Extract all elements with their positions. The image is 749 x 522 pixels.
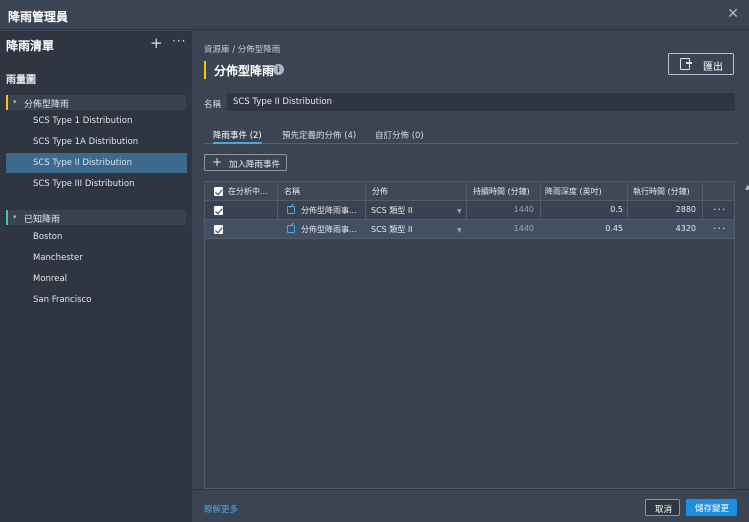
column-header-duration[interactable]: 持續時間 (分鐘) — [473, 186, 530, 197]
sidebar-item-label: SCS Type 1A Distribution — [33, 137, 139, 147]
open-link-icon[interactable] — [287, 206, 295, 214]
chevron-down-icon[interactable]: ▾ — [13, 98, 17, 106]
row-depth[interactable]: 0.45 — [605, 224, 623, 233]
sidebar-item-manchester[interactable]: Manchester — [6, 248, 187, 268]
save-changes-label: 儲存變更 — [695, 504, 730, 514]
sidebar: 降雨清單 + ··· 雨量圖 ▾ 分佈型降雨 SCS Type 1 Distri… — [0, 31, 192, 522]
tab-predefined-distributions[interactable]: 預先定義的分佈 (4) — [282, 129, 356, 141]
dropdown-arrow-icon[interactable]: ▼ — [457, 227, 462, 234]
tab-custom-distributions[interactable]: 自訂分佈 (0) — [375, 129, 424, 141]
sidebar-item-label: San Francisco — [33, 295, 92, 305]
sidebar-item-label: Boston — [33, 232, 63, 242]
table-row[interactable]: 分佈型降雨事... SCS 類型 II ▼ 1440 0.45 4320 ··· — [205, 220, 734, 239]
chevron-down-icon[interactable]: ▾ — [13, 213, 17, 221]
footer: 瞭解更多 取消 儲存變更 — [193, 489, 749, 522]
sidebar-item-san-francisco[interactable]: San Francisco — [6, 290, 187, 310]
breadcrumb: 資源庫 / 分佈型降雨 — [204, 45, 281, 55]
cancel-label: 取消 — [655, 505, 673, 515]
sidebar-item-scs-type-3[interactable]: SCS Type III Distribution — [6, 174, 187, 194]
add-icon[interactable]: + — [150, 34, 163, 52]
column-header-run-time[interactable]: 執行時間 (分鐘) — [633, 186, 690, 197]
row-depth[interactable]: 0.5 — [610, 205, 623, 214]
table-row[interactable]: 分佈型降雨事... SCS 類型 II ▼ 1440 0.5 2880 ··· — [205, 201, 734, 220]
group-accent-bar — [6, 210, 8, 225]
column-header-name[interactable]: 名稱 — [284, 186, 300, 197]
title-bar: 降雨管理員 ✕ — [0, 0, 749, 30]
row-run-time[interactable]: 4320 — [676, 224, 696, 233]
name-field[interactable]: SCS Type II Distribution — [227, 93, 735, 111]
sidebar-item-label: SCS Type 1 Distribution — [33, 116, 133, 126]
sidebar-item-label: Manchester — [33, 253, 83, 263]
sidebar-item-scs-type-2[interactable]: SCS Type II Distribution — [6, 153, 187, 173]
row-distribution[interactable]: SCS 類型 II — [371, 205, 413, 216]
table-header: 在分析中... 名稱 分佈 持續時間 (分鐘) 降雨深度 (英吋) 執行時間 (… — [205, 182, 734, 201]
cancel-button[interactable]: 取消 — [645, 499, 680, 516]
sidebar-item-boston[interactable]: Boston — [6, 227, 187, 247]
row-name: 分佈型降雨事... — [301, 206, 357, 215]
sidebar-item-label: Monreal — [33, 274, 68, 284]
more-options-icon[interactable]: ··· — [172, 34, 186, 48]
sidebar-title: 降雨清單 — [6, 39, 55, 53]
tab-bar: 降雨事件 (2) 預先定義的分佈 (4) 自訂分佈 (0) — [204, 127, 738, 144]
row-distribution[interactable]: SCS 類型 II — [371, 224, 413, 235]
select-all-checkbox[interactable] — [214, 187, 223, 196]
column-header-depth[interactable]: 降雨深度 (英吋) — [545, 186, 602, 197]
row-more-icon[interactable]: ··· — [713, 222, 727, 235]
row-run-time[interactable]: 2880 — [676, 205, 696, 214]
export-icon — [680, 58, 692, 70]
rainfall-events-table: 在分析中... 名稱 分佈 持續時間 (分鐘) 降雨深度 (英吋) 執行時間 (… — [204, 181, 735, 489]
group-accent-bar — [6, 95, 8, 110]
sidebar-header: 降雨清單 + ··· — [0, 31, 192, 59]
column-header-distribution[interactable]: 分佈 — [372, 186, 388, 197]
scroll-up-icon[interactable]: ▲ — [745, 183, 749, 191]
in-analysis-checkbox[interactable] — [214, 206, 223, 215]
main-panel: 資源庫 / 分佈型降雨 分佈型降雨 i 匯出 名稱 SCS Type II Di… — [193, 31, 749, 522]
column-header-in-analysis[interactable]: 在分析中... — [228, 186, 268, 197]
in-analysis-checkbox[interactable] — [214, 225, 223, 234]
export-label: 匯出 — [703, 62, 723, 73]
sidebar-item-scs-type-1a[interactable]: SCS Type 1A Distribution — [6, 132, 187, 152]
group-label: 已知降雨 — [24, 215, 61, 225]
page-title: 分佈型降雨 — [214, 64, 275, 78]
close-icon[interactable]: ✕ — [725, 6, 741, 22]
add-rainfall-event-button[interactable]: + 加入降雨事件 — [204, 154, 287, 171]
save-changes-button[interactable]: 儲存變更 — [686, 499, 737, 516]
group-distribution-rainfall[interactable]: ▾ 分佈型降雨 — [6, 95, 186, 110]
info-icon[interactable]: i — [273, 64, 284, 75]
learn-more-link[interactable]: 瞭解更多 — [204, 503, 238, 515]
group-known-rainfall[interactable]: ▾ 已知降雨 — [6, 210, 186, 225]
dropdown-arrow-icon[interactable]: ▼ — [457, 208, 462, 215]
plus-icon: + — [212, 155, 223, 169]
sidebar-item-label: SCS Type II Distribution — [33, 158, 132, 168]
tab-rainfall-events[interactable]: 降雨事件 (2) — [213, 129, 262, 144]
add-rainfall-event-label: 加入降雨事件 — [229, 160, 281, 170]
sidebar-item-monreal[interactable]: Monreal — [6, 269, 187, 289]
window-title: 降雨管理員 — [8, 10, 69, 24]
row-more-icon[interactable]: ··· — [713, 203, 727, 216]
sidebar-item-scs-type-1[interactable]: SCS Type 1 Distribution — [6, 111, 187, 131]
name-label: 名稱 — [204, 100, 222, 110]
sidebar-item-label: SCS Type III Distribution — [33, 179, 135, 189]
row-duration: 1440 — [513, 205, 534, 214]
sidebar-subtitle: 雨量圖 — [6, 75, 36, 86]
row-duration: 1440 — [513, 224, 534, 233]
export-button[interactable]: 匯出 — [668, 53, 734, 75]
open-link-icon[interactable] — [287, 225, 295, 233]
name-value: SCS Type II Distribution — [233, 97, 332, 107]
group-label: 分佈型降雨 — [24, 100, 70, 110]
row-name: 分佈型降雨事... — [301, 225, 357, 234]
page-title-container: 分佈型降雨 — [204, 61, 274, 79]
